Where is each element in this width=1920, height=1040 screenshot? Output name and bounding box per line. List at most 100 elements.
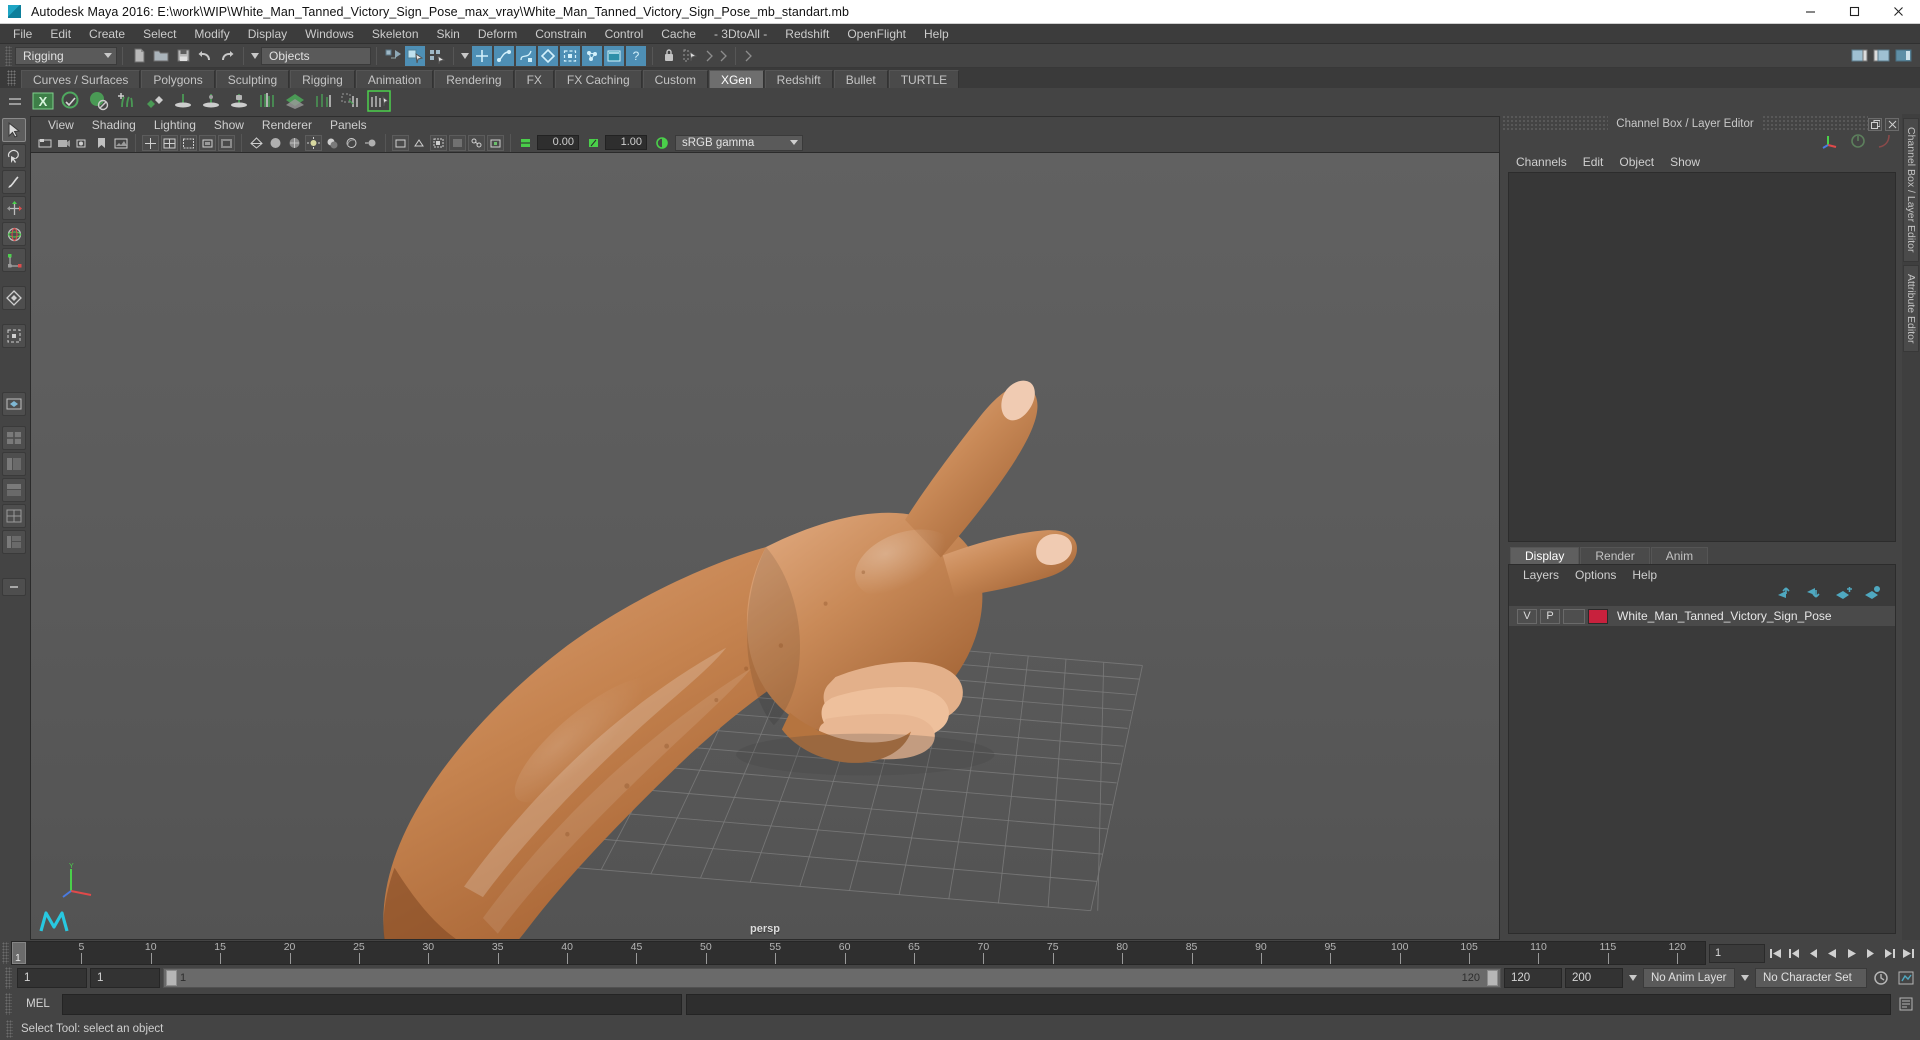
- channelbox-menu-channels[interactable]: Channels: [1508, 155, 1575, 169]
- channel-speed-icon[interactable]: [1850, 133, 1866, 152]
- shelf-options-menu[interactable]: [4, 97, 26, 105]
- last-tool-used[interactable]: [2, 286, 26, 310]
- close-panel-icon[interactable]: [1885, 117, 1900, 131]
- quick-layout-more[interactable]: [2, 578, 26, 596]
- play-backwards-icon[interactable]: [1824, 943, 1841, 963]
- snap-dropdown-arrow[interactable]: [460, 46, 470, 66]
- toolbar-expand-arrow-2[interactable]: [717, 46, 729, 66]
- selection-mask-dropdown[interactable]: Objects: [261, 46, 371, 65]
- motion-blur-icon[interactable]: [362, 135, 379, 151]
- xgen-sculpt-guides-icon[interactable]: [142, 89, 168, 113]
- animation-end-time-field[interactable]: 200: [1565, 968, 1623, 988]
- undo-icon[interactable]: [195, 46, 215, 66]
- command-language-label[interactable]: MEL: [18, 998, 58, 1010]
- history-icon[interactable]: [681, 46, 701, 66]
- viewport-menu-lighting[interactable]: Lighting: [145, 117, 205, 133]
- wireframe-icon[interactable]: [248, 135, 265, 151]
- snap-curve-icon[interactable]: [494, 45, 514, 66]
- shelf-tab-custom[interactable]: Custom: [642, 70, 708, 88]
- toolbar-expand-arrow-3[interactable]: [742, 46, 754, 66]
- menu-control[interactable]: Control: [596, 24, 653, 44]
- channel-curve-icon[interactable]: [1876, 133, 1892, 152]
- time-slider-track[interactable]: 1 5 10 15 20 25 30 35 40 45 50 55 60 65 70 75 80 85 90 95 1…: [11, 941, 1706, 965]
- shelf-tab-fx[interactable]: FX: [514, 70, 554, 88]
- select-component-icon[interactable]: [427, 46, 447, 66]
- shelf-tab-animation[interactable]: Animation: [355, 70, 434, 88]
- depth-of-field-icon[interactable]: [411, 135, 428, 151]
- channel-box-list[interactable]: [1508, 172, 1896, 542]
- viewport-menu-renderer[interactable]: Renderer: [253, 117, 321, 133]
- menu-windows[interactable]: Windows: [296, 24, 363, 44]
- channelbox-menu-show[interactable]: Show: [1662, 155, 1708, 169]
- xgen-comb-icon[interactable]: [254, 89, 280, 113]
- multisample-icon[interactable]: [392, 134, 409, 151]
- xgen-add-guides-icon[interactable]: [114, 89, 140, 113]
- go-to-end-icon[interactable]: [1900, 943, 1917, 963]
- menuset-dropdown[interactable]: Rigging: [15, 46, 117, 65]
- lock-camera-icon[interactable]: [55, 135, 72, 151]
- channelbox-menu-object[interactable]: Object: [1611, 155, 1662, 169]
- shelf-tab-sculpting[interactable]: Sculpting: [215, 70, 290, 88]
- resolution-gate-icon[interactable]: [199, 134, 216, 151]
- rotate-tool[interactable]: [2, 222, 26, 246]
- layer-tab-anim[interactable]: Anim: [1650, 547, 1709, 564]
- exposure-field[interactable]: 0.00: [537, 135, 579, 150]
- create-new-layer-icon[interactable]: [1835, 586, 1852, 603]
- perspective-viewport[interactable]: Y persp: [30, 152, 1500, 940]
- anim-layer-dropdown[interactable]: No Anim Layer: [1643, 968, 1735, 988]
- menu-deform[interactable]: Deform: [469, 24, 526, 44]
- sidetab-channel-box-layer-editor[interactable]: Channel Box / Layer Editor: [1903, 118, 1919, 262]
- menu-constrain[interactable]: Constrain: [526, 24, 595, 44]
- menu-create[interactable]: Create: [80, 24, 134, 44]
- xgen-preview-icon[interactable]: [366, 89, 392, 113]
- shade-all-texture-icon[interactable]: [286, 135, 303, 151]
- select-camera-icon[interactable]: [36, 135, 53, 151]
- menu-skeleton[interactable]: Skeleton: [363, 24, 428, 44]
- layer-menu-help[interactable]: Help: [1624, 568, 1665, 582]
- paint-select-tool[interactable]: [2, 170, 26, 194]
- shelf-tab-fx-caching[interactable]: FX Caching: [554, 70, 642, 88]
- xgen-noise-icon[interactable]: [338, 89, 364, 113]
- persp-more-layout[interactable]: [2, 530, 26, 554]
- shelf-tab-turtle[interactable]: TURTLE: [888, 70, 960, 88]
- anim-layer-dropdown-arrow[interactable]: [1626, 968, 1640, 988]
- xgen-sphere-filled-icon[interactable]: [86, 89, 112, 113]
- scale-tool[interactable]: [2, 248, 26, 272]
- selection-mask-dropdown-arrow[interactable]: [250, 46, 260, 66]
- xray-icon[interactable]: [449, 134, 466, 151]
- gamma-field[interactable]: 1.00: [605, 135, 647, 150]
- character-set-dropdown[interactable]: No Character Set: [1755, 968, 1867, 988]
- snap-point-icon[interactable]: [516, 45, 536, 66]
- time-slider-grip[interactable]: [2, 942, 9, 964]
- move-layer-down-icon[interactable]: [1806, 586, 1823, 603]
- shelf-tab-rendering[interactable]: Rendering: [434, 70, 514, 88]
- use-all-lights-icon[interactable]: [305, 134, 322, 151]
- minimize-button[interactable]: [1788, 0, 1832, 24]
- help-line-grip[interactable]: [6, 1020, 13, 1038]
- range-end-time-field[interactable]: 120: [1504, 968, 1562, 988]
- viewport-menu-view[interactable]: View: [39, 117, 83, 133]
- animation-start-time-field[interactable]: 1: [17, 968, 87, 988]
- ambient-occlusion-icon[interactable]: [343, 135, 360, 151]
- select-hierarchy-icon[interactable]: [383, 46, 403, 66]
- xgen-clump-icon[interactable]: [310, 89, 336, 113]
- step-forward-key-icon[interactable]: [1881, 943, 1898, 963]
- lock-icon[interactable]: [659, 46, 679, 66]
- menu-file[interactable]: File: [4, 24, 41, 44]
- exposure-icon[interactable]: [517, 135, 534, 151]
- open-scene-icon[interactable]: [151, 46, 171, 66]
- snap-to-projected-icon[interactable]: [560, 45, 580, 66]
- film-gate-icon[interactable]: [180, 134, 197, 151]
- statusbar-grip[interactable]: [5, 45, 12, 66]
- viewport-menu-show[interactable]: Show: [205, 117, 253, 133]
- shelf-tab-polygons[interactable]: Polygons: [141, 70, 215, 88]
- menu-3dtoall[interactable]: - 3DtoAll -: [705, 24, 776, 44]
- layer-menu-options[interactable]: Options: [1567, 568, 1624, 582]
- xgen-collection-icon[interactable]: [282, 89, 308, 113]
- shelf-tab-rigging[interactable]: Rigging: [290, 70, 355, 88]
- shelf-tab-bullet[interactable]: Bullet: [833, 70, 888, 88]
- xgen-guide-tool-icon[interactable]: [170, 89, 196, 113]
- layer-tab-display[interactable]: Display: [1510, 547, 1580, 564]
- layer-playback-toggle[interactable]: P: [1540, 608, 1560, 624]
- two-d-pan-zoom-icon[interactable]: [142, 134, 159, 151]
